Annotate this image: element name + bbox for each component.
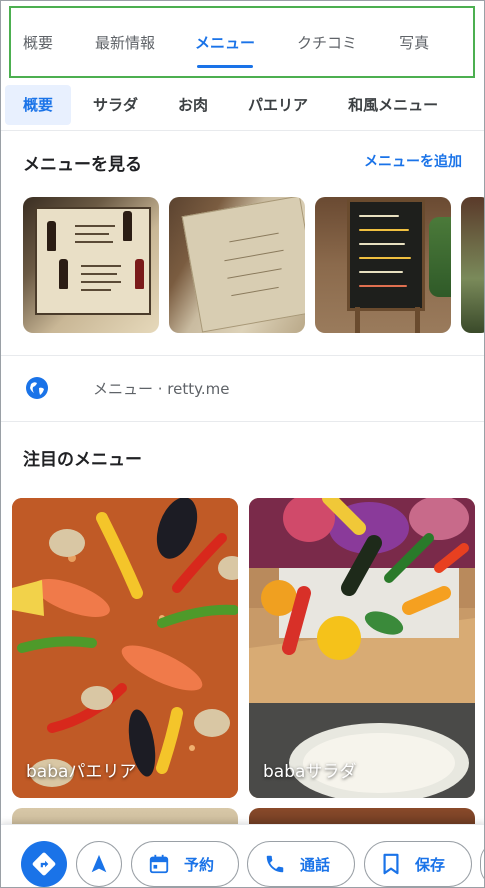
text-line: [81, 281, 121, 283]
tab-label: 概要: [23, 33, 54, 52]
divider: [1, 421, 484, 422]
chalk-line: [359, 271, 403, 273]
chalk-line: [359, 285, 407, 287]
tab-menu[interactable]: メニュー: [195, 8, 255, 76]
paella-image: [12, 498, 238, 798]
salad-image: [249, 498, 475, 798]
save-button[interactable]: 保存: [364, 841, 472, 887]
directions-button[interactable]: [21, 841, 67, 887]
wine-bottle: [47, 221, 56, 251]
navigation-arrow-icon: [91, 854, 107, 873]
dish-name: babaサラダ: [263, 762, 357, 782]
menu-photo[interactable]: [169, 197, 305, 333]
tab-updates[interactable]: 最新情報: [95, 8, 155, 76]
category-chip-paella[interactable]: パエリア: [226, 85, 326, 125]
chalk-line: [359, 243, 405, 245]
menu-website-link[interactable]: メニュー · retty.me: [1, 357, 484, 419]
text-line: [75, 233, 109, 235]
wine-bottle: [123, 211, 132, 241]
dish-name: babaパエリア: [26, 762, 137, 782]
featured-dish-card[interactable]: babaパエリア: [12, 498, 238, 798]
save-label: 保存: [415, 855, 446, 874]
place-panel: 概要 最新情報 メニュー クチコミ 写真 概要 サラダ お肉 パエリア 和風メニ…: [0, 0, 485, 888]
call-label: 通話: [300, 855, 331, 874]
category-chip-salad[interactable]: サラダ: [71, 85, 156, 125]
reserve-label: 予約: [184, 855, 215, 874]
easel-leg: [415, 307, 420, 333]
category-chip-overview[interactable]: 概要: [5, 84, 72, 125]
reserve-button[interactable]: 予約: [131, 841, 239, 887]
website-text: メニュー · retty.me: [93, 380, 230, 398]
tab-overview[interactable]: 概要: [23, 8, 53, 76]
chip-label: 和風メニュー: [348, 96, 439, 114]
more-actions-button[interactable]: [480, 841, 484, 887]
wine-bottle: [135, 259, 144, 289]
text-line: [81, 265, 121, 267]
chip-label: パエリア: [248, 96, 309, 114]
featured-section-title: 注目のメニュー: [23, 450, 142, 470]
chip-label: 概要: [23, 96, 54, 114]
category-chip-japanese[interactable]: 和風メニュー: [326, 85, 456, 125]
globe-icon: [26, 377, 48, 399]
chip-label: サラダ: [93, 96, 139, 114]
plant: [429, 217, 451, 297]
menu-photo[interactable]: [315, 197, 451, 333]
wine-bottle: [59, 259, 68, 289]
text-line: [75, 241, 113, 243]
menu-photo[interactable]: [23, 197, 159, 333]
menu-paper: [181, 197, 305, 333]
call-button[interactable]: 通話: [247, 841, 355, 887]
tab-label: クチコミ: [297, 33, 358, 52]
menu-section-title: メニューを見る: [23, 155, 142, 175]
menu-category-bar: 概要 サラダ お肉 パエリア 和風メニュー: [1, 79, 484, 131]
tab-label: 写真: [399, 33, 430, 52]
category-chip-meat[interactable]: お肉: [156, 85, 226, 125]
add-menu-link[interactable]: メニューを追加: [364, 151, 462, 171]
chalk-line: [359, 215, 399, 217]
text-line: [81, 289, 111, 291]
chip-label: お肉: [178, 96, 209, 114]
directions-icon: [32, 852, 56, 876]
easel-leg: [355, 307, 360, 333]
tab-reviews[interactable]: クチコミ: [297, 8, 357, 76]
tab-label: 最新情報: [95, 33, 156, 52]
tab-photos[interactable]: 写真: [399, 8, 429, 76]
divider: [1, 355, 484, 356]
tab-label: メニュー: [195, 33, 256, 52]
chalk-line: [359, 257, 411, 259]
start-navigation-button[interactable]: [76, 841, 122, 887]
text-line: [81, 273, 117, 275]
action-bar: 予約 通話 保存: [1, 824, 484, 887]
menu-photo[interactable]: [461, 197, 484, 333]
text-line: [75, 225, 115, 227]
chalk-line: [359, 229, 409, 231]
phone-icon: [266, 855, 284, 873]
place-tabs: 概要 最新情報 メニュー クチコミ 写真: [9, 6, 475, 78]
menu-photo-carousel: [23, 197, 484, 333]
featured-dish-card[interactable]: babaサラダ: [249, 498, 475, 798]
calendar-icon: [149, 854, 169, 874]
bookmark-icon: [383, 853, 399, 875]
